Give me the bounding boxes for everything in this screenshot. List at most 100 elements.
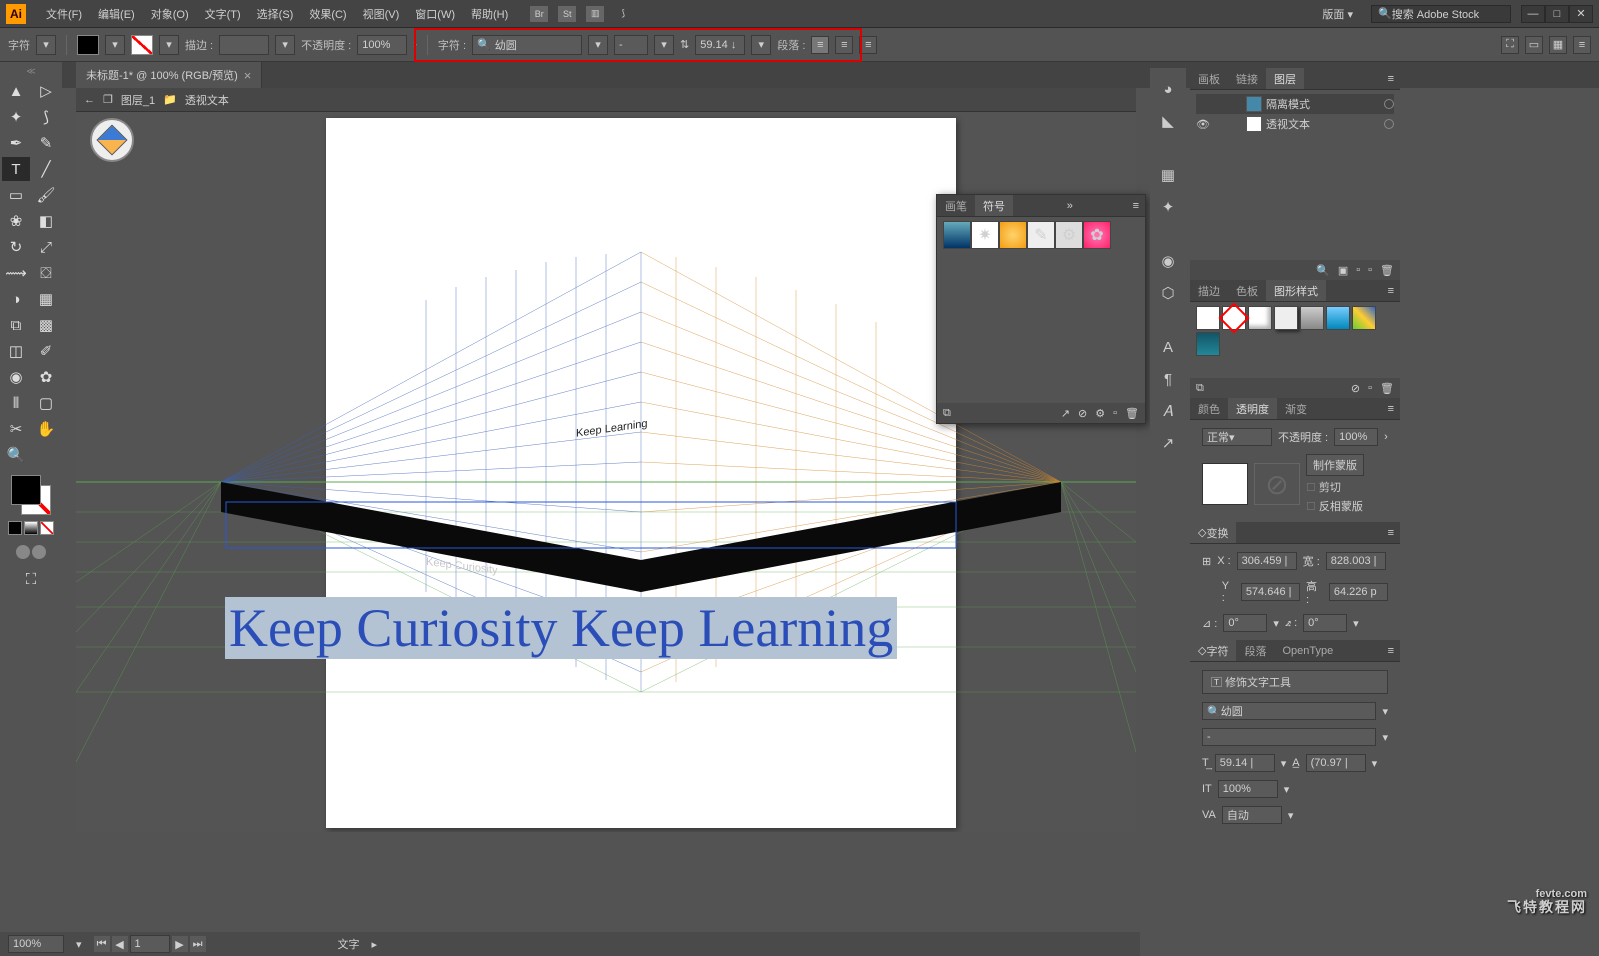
column-graph-tool[interactable]: ⫴ xyxy=(2,391,30,415)
gs-lib-icon[interactable]: ⧉ xyxy=(1196,382,1204,395)
perspective-grid-tool[interactable]: ⧉ xyxy=(2,313,30,337)
make-clip-icon[interactable]: ▣ xyxy=(1338,264,1348,277)
font-dd[interactable]: ▾ xyxy=(588,35,608,55)
symbol-lib-icon[interactable]: ⧉ xyxy=(943,407,951,420)
document-tab[interactable]: 未标题-1* @ 100% (RGB/预览) × xyxy=(76,62,262,88)
scale-tool[interactable]: ⤢ xyxy=(32,235,60,259)
gpu-icon[interactable]: ⟆ xyxy=(614,6,632,22)
isolation-breadcrumb[interactable]: ← ❐ 图层_1 📁 透视文本 xyxy=(76,88,1136,112)
size-dd[interactable]: ▾ xyxy=(751,35,771,55)
align-center-button[interactable]: ≡ xyxy=(835,36,853,54)
tab-symbols[interactable]: 符号 xyxy=(975,195,1013,216)
hand-tool[interactable]: ✋ xyxy=(32,417,60,441)
tab-character[interactable]: ◇ 字符 xyxy=(1190,640,1236,661)
transform-rotate[interactable]: 0° xyxy=(1223,614,1267,632)
reference-point-icon[interactable]: ⊞ xyxy=(1202,555,1211,568)
opacity-value[interactable]: 100% xyxy=(1334,428,1378,446)
menu-type[interactable]: 文字(T) xyxy=(197,6,249,22)
char-vscale[interactable]: 100% xyxy=(1218,780,1278,798)
minimize-button[interactable]: — xyxy=(1521,5,1545,23)
symbol-options-icon[interactable]: ⚙ xyxy=(1095,407,1105,420)
align-left-button[interactable]: ≡ xyxy=(811,36,829,54)
menu-select[interactable]: 选择(S) xyxy=(249,6,302,22)
rotate-tool[interactable]: ↻ xyxy=(2,235,30,259)
tab-transparency[interactable]: 透明度 xyxy=(1228,398,1277,419)
char-size[interactable]: 59.14 | xyxy=(1215,754,1275,772)
panel-collapse-icon[interactable]: » xyxy=(1061,195,1079,216)
color-themes-icon[interactable]: ◣ xyxy=(1157,110,1179,132)
opacity-arrow[interactable]: › xyxy=(413,39,417,51)
touch-type-button[interactable]: 🅃 修饰文字工具 xyxy=(1202,670,1388,694)
fill-dd[interactable]: ▾ xyxy=(105,35,125,55)
stroke-dd[interactable]: ▾ xyxy=(159,35,179,55)
eyedropper-tool[interactable]: ✐ xyxy=(32,339,60,363)
brushes-icon[interactable]: ▦ xyxy=(1157,164,1179,186)
transform-h[interactable]: 64.226 p xyxy=(1329,583,1388,601)
layers-menu-icon[interactable]: ≡ xyxy=(1382,68,1400,89)
paintbrush-tool[interactable]: 🖌 xyxy=(32,183,60,207)
char-kerning[interactable]: 自动 xyxy=(1222,806,1282,824)
direct-selection-tool[interactable]: ▷ xyxy=(32,79,60,103)
artboard-tool[interactable]: ▢ xyxy=(32,391,60,415)
new-symbol-icon[interactable]: ▫ xyxy=(1113,407,1117,419)
transform-menu-icon[interactable]: ≡ xyxy=(1382,522,1400,543)
panel-menu-icon[interactable]: ≡ xyxy=(1573,36,1591,54)
arrange-icon[interactable]: ▥ xyxy=(586,6,604,22)
bridge-icon[interactable]: Br xyxy=(530,6,548,22)
blend-tool[interactable]: ◉ xyxy=(2,365,30,389)
fill-stroke-indicator[interactable] xyxy=(11,475,51,515)
glyphs-icon[interactable]: 𝐴 xyxy=(1157,400,1179,422)
editing-text[interactable]: Keep Curiosity Keep Learning xyxy=(225,597,897,659)
font-style-input[interactable]: - xyxy=(614,35,648,55)
opacity-slider-icon[interactable]: › xyxy=(1384,431,1388,443)
new-layer-icon[interactable]: ▫ xyxy=(1368,264,1372,276)
char-dropdown[interactable]: ▾ xyxy=(36,35,56,55)
menu-view[interactable]: 视图(V) xyxy=(355,6,408,22)
menu-window[interactable]: 窗口(W) xyxy=(407,6,463,22)
char-icon[interactable]: A xyxy=(1157,336,1179,358)
tab-color[interactable]: 颜色 xyxy=(1190,398,1228,419)
search-adobe-stock[interactable]: 🔍 搜索 Adobe Stock xyxy=(1371,5,1511,23)
transform-icon[interactable]: ⛶ xyxy=(1501,36,1519,54)
lasso-tool[interactable]: ⟆ xyxy=(32,105,60,129)
close-button[interactable]: ✕ xyxy=(1569,5,1593,23)
tab-layers[interactable]: 图层 xyxy=(1266,68,1304,89)
menu-object[interactable]: 对象(O) xyxy=(143,6,197,22)
visibility-icon[interactable]: 👁 xyxy=(1196,118,1210,131)
zoom-tool[interactable]: 🔍 xyxy=(2,443,30,467)
close-tab-icon[interactable]: × xyxy=(244,68,252,83)
style-dd[interactable]: ▾ xyxy=(654,35,674,55)
magic-wand-tool[interactable]: ✦ xyxy=(2,105,30,129)
selection-tool[interactable]: ▲ xyxy=(2,79,30,103)
tab-swatches[interactable]: 色板 xyxy=(1228,280,1266,301)
para-icon[interactable]: ¶ xyxy=(1157,368,1179,390)
color-mode-swatches[interactable] xyxy=(8,521,54,535)
invert-checkbox[interactable]: 反相蒙版 xyxy=(1319,501,1363,513)
next-artboard-icon[interactable]: ▶ xyxy=(172,936,188,952)
status-arrow-icon[interactable]: ▸ xyxy=(372,938,378,951)
opentype-icon[interactable]: ↗ xyxy=(1157,432,1179,454)
eraser-tool[interactable]: ◧ xyxy=(32,209,60,233)
size-stepper-icon[interactable]: ⇅ xyxy=(680,38,689,51)
stock-icon[interactable]: St xyxy=(558,6,576,22)
new-sublayer-icon[interactable]: ▫ xyxy=(1356,264,1360,276)
menu-file[interactable]: 文件(F) xyxy=(38,6,90,22)
tab-paragraph[interactable]: 段落 xyxy=(1236,640,1274,661)
delete-style-icon[interactable]: 🗑 xyxy=(1380,382,1394,395)
workspace-switcher[interactable]: 版面 ▾ xyxy=(1314,6,1361,22)
last-artboard-icon[interactable]: ⏭ xyxy=(190,936,206,952)
char-style-input[interactable]: - xyxy=(1202,728,1376,746)
place-symbol-icon[interactable]: ↗ xyxy=(1061,407,1070,420)
prev-artboard-icon[interactable]: ◀ xyxy=(112,936,128,952)
layer-row-isolation[interactable]: 隔离模式 xyxy=(1196,94,1394,114)
menu-help[interactable]: 帮助(H) xyxy=(463,6,516,22)
live-paint-tool[interactable]: ▦ xyxy=(32,287,60,311)
fill-swatch[interactable] xyxy=(77,35,99,55)
shaper-tool[interactable]: ❀ xyxy=(2,209,30,233)
appearance-icon[interactable]: ◉ xyxy=(1157,250,1179,272)
mask-thumb[interactable]: ⊘ xyxy=(1254,463,1300,505)
slice-tool[interactable]: ✂ xyxy=(2,417,30,441)
artboard-number[interactable]: 1 xyxy=(130,935,170,953)
perspective-plane-widget[interactable] xyxy=(90,118,134,162)
align-right-button[interactable]: ≡ xyxy=(859,36,877,54)
